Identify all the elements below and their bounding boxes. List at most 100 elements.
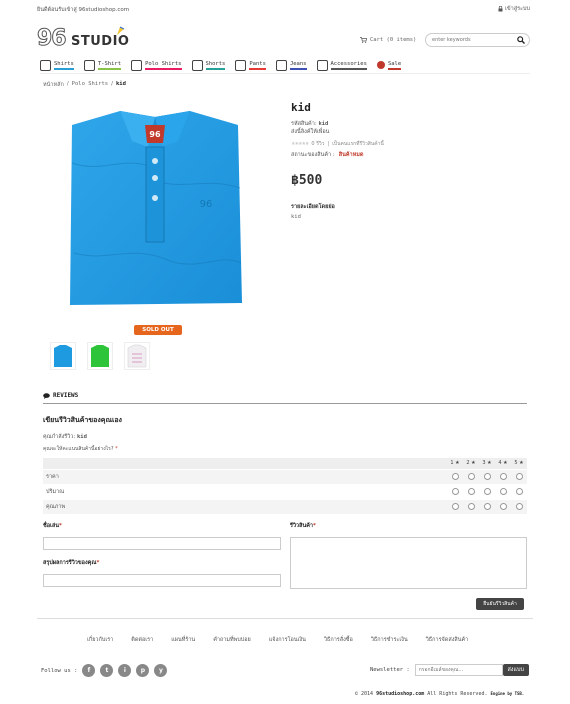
footer-link[interactable]: แผนที่ร้าน	[171, 636, 195, 644]
footer-link[interactable]: คำถามที่พบบ่อย	[213, 636, 251, 644]
review-product: คุณกำลังรีวิว: kid	[43, 433, 87, 441]
newsletter-email-input[interactable]: กรอกอีเมล์ของคุณ...	[414, 664, 503, 676]
rating-radio[interactable]	[515, 488, 523, 495]
rating-row-price: ราคา	[43, 469, 527, 485]
rating-table: 1 ★ 2 ★ 3 ★ 4 ★ 5 ★ ราคา ปริมาณ คุณภาพ	[43, 458, 527, 515]
follow-label: Follow us :	[41, 667, 78, 674]
submit-review-button[interactable]: ยืนยันรีวิวสินค้า	[476, 598, 524, 610]
rating-radio[interactable]	[451, 488, 459, 495]
summary-field[interactable]	[43, 574, 281, 587]
category-nav: Shirts T-Shirt Polo Shirts Shorts Pants …	[40, 57, 530, 74]
rating-radio[interactable]	[499, 503, 507, 510]
rating-row-label: ราคา	[43, 469, 447, 485]
nickname-field[interactable]	[43, 537, 281, 550]
footer-link[interactable]: เกี่ยวกับเรา	[87, 636, 113, 644]
nav-label: T-Shirt	[97, 61, 122, 70]
nav-item-shorts[interactable]: Shorts	[191, 57, 236, 73]
sold-out-badge: SOLD OUT	[134, 325, 182, 335]
thumbnail-green[interactable]	[87, 342, 113, 370]
nav-item-accessories[interactable]: Accessories	[316, 57, 377, 73]
rating-radio[interactable]	[499, 473, 507, 480]
footer-link[interactable]: ติดต่อเรา	[131, 636, 153, 644]
review-textarea[interactable]	[290, 537, 527, 589]
product-code: รหัสสินค้า: kid	[291, 120, 328, 128]
facebook-icon[interactable]: f	[82, 664, 96, 677]
search-input[interactable]	[432, 37, 512, 43]
product-code-value: kid	[318, 121, 329, 127]
footer-link[interactable]: วิธีการจัดส่งสินค้า	[426, 636, 469, 644]
sale-icon	[376, 61, 385, 69]
review-label: รีวิวสินค้า*	[290, 523, 316, 529]
reviews-heading-label: REVIEWS	[53, 392, 79, 399]
product-code-label: รหัสสินค้า:	[291, 121, 317, 127]
product-price: ฿500	[291, 173, 323, 188]
copyright-site[interactable]: 96studioshop.com	[376, 691, 424, 697]
rating-radio[interactable]	[515, 473, 523, 480]
nav-label: Shirts	[54, 61, 74, 70]
rating-radio[interactable]	[499, 488, 507, 495]
nav-label: Polo Shirts	[145, 61, 182, 70]
review-form-title: เขียนรีวิวสินค้าของคุณเอง	[43, 416, 122, 424]
rating-radio[interactable]	[483, 503, 491, 510]
shorts-icon	[191, 59, 203, 71]
newsletter-submit-button[interactable]: ส่งแบบ	[502, 664, 529, 676]
rating-radio[interactable]	[451, 473, 459, 480]
footer-link[interactable]: วิธีการสั่งซื้อ	[324, 636, 353, 644]
shirt-icon	[40, 59, 51, 71]
nav-item-pants[interactable]: Pants	[235, 57, 276, 73]
footer-link[interactable]: วิธีการชำระเงิน	[371, 636, 408, 644]
cart-link[interactable]: Cart (0 items)	[360, 37, 416, 43]
login-link[interactable]: เข้าสู่ระบบ	[498, 5, 530, 13]
nickname-label: ชื่อเล่น*	[43, 523, 62, 529]
nav-item-tshirt[interactable]: T-Shirt	[83, 57, 131, 73]
nav-label: Jeans	[289, 61, 307, 70]
nav-label: Pants	[249, 61, 266, 70]
rating-col-1: 1 ★	[447, 458, 463, 470]
rating-row-label: ปริมาณ	[43, 484, 447, 500]
reviews-count[interactable]: 0 รีวิว	[311, 140, 324, 148]
nav-item-polo[interactable]: Polo Shirts	[131, 57, 191, 73]
instagram-icon[interactable]: i	[118, 664, 132, 677]
pinterest-icon[interactable]: p	[136, 664, 150, 677]
breadcrumb-category[interactable]: Polo Shirts	[72, 81, 108, 89]
rating-row-quality: คุณภาพ	[43, 499, 527, 515]
thumbnail-white[interactable]	[124, 342, 150, 370]
footer-link[interactable]: แจ้งการโอนเงิน	[269, 636, 306, 644]
search-box[interactable]	[425, 33, 530, 47]
youtube-icon[interactable]: y	[154, 664, 168, 677]
bag-icon	[316, 59, 328, 71]
welcome-text: ยินดีต้อนรับเข้าสู่ 96studioshop.com	[37, 7, 130, 13]
thumbnail-blue[interactable]	[50, 342, 76, 370]
follow-us: Follow us : f t i p y	[41, 664, 168, 677]
nav-item-sale[interactable]: Sale	[376, 57, 411, 73]
stock-status-value: สินค้าหมด	[338, 152, 364, 158]
thumb-shirt-icon	[127, 344, 147, 368]
engine-credit: Engine by TSB.	[490, 691, 525, 696]
rating-radio[interactable]	[451, 503, 459, 510]
product-image[interactable]: 96 96	[60, 103, 250, 318]
copyright: © 2014 96studioshop.com All Rights Reser…	[355, 691, 525, 697]
thumb-shirt-icon	[54, 345, 72, 367]
twitter-icon[interactable]: t	[100, 664, 114, 677]
site-logo[interactable]: 96 STUDIO	[37, 26, 129, 52]
nav-item-shirts[interactable]: Shirts	[40, 57, 84, 73]
search-icon[interactable]	[517, 36, 525, 44]
rating-radio[interactable]	[483, 488, 491, 495]
share-link[interactable]: ส่งนี้ลิงค์ให้เพื่อน	[291, 128, 329, 136]
rating-radio[interactable]	[467, 473, 475, 480]
rating-radio[interactable]	[467, 503, 475, 510]
write-review-link[interactable]: เป็นคนแรกที่รีวิวสินค้านี้	[332, 140, 384, 148]
breadcrumb-home[interactable]: หน้าหลัก	[43, 81, 64, 89]
thumbnail-list	[50, 342, 150, 370]
nav-label: Sale	[387, 61, 402, 70]
rating-radio[interactable]	[483, 473, 491, 480]
speech-bubble-icon	[43, 392, 50, 399]
login-label: เข้าสู่ระบบ	[505, 6, 530, 12]
svg-text:96: 96	[149, 130, 161, 139]
rating-radio[interactable]	[467, 488, 475, 495]
lock-icon	[498, 6, 503, 12]
star-rating-icon: ★★★★★	[291, 141, 309, 147]
summary-label: สรุปผลการรีวิวของคุณ*	[43, 560, 100, 566]
rating-radio[interactable]	[515, 503, 523, 510]
nav-item-jeans[interactable]: Jeans	[275, 57, 317, 73]
